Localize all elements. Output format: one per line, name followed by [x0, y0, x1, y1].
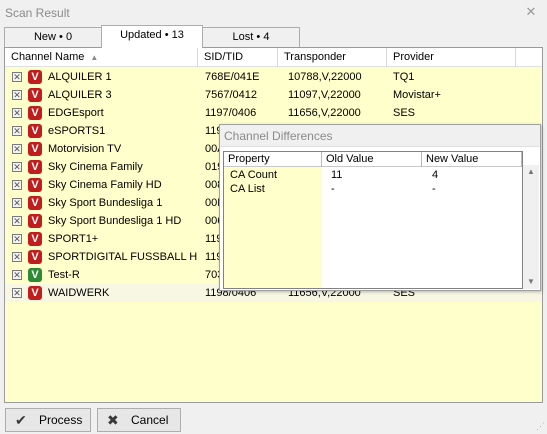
channel-name: Sky Sport Bundesliga 1 HD: [48, 215, 182, 227]
channel-type-icon: V: [28, 178, 42, 192]
column-header-transponder[interactable]: Transponder: [278, 48, 387, 67]
checkbox[interactable]: ✕: [12, 72, 22, 82]
scroll-up-icon[interactable]: ▲: [523, 165, 539, 179]
sid-tid: 1197/0406: [205, 107, 257, 119]
channel-name: eSPORTS1: [48, 125, 106, 137]
table-row[interactable]: ✕ V ALQUILER 3 7567/0412 11097,V,22000 Movist…: [5, 86, 542, 104]
sid-tid: 768E/041E: [205, 71, 260, 83]
column-header-sid-tid[interactable]: SID/TID: [198, 48, 278, 67]
channel-name: SPORTDIGITAL FUSSBALL HD: [48, 251, 198, 263]
tab-updated[interactable]: Updated • 13: [101, 25, 203, 48]
channel-differences-panel: Channel Differences Property Old Value N…: [219, 124, 541, 291]
channel-differences-title-bar: Channel Differences: [220, 125, 540, 147]
column-header-provider[interactable]: Provider: [387, 48, 516, 67]
list-header: Channel Name ▲ SID/TID Transponder Provid…: [5, 48, 542, 67]
cancel-button[interactable]: ✖ Cancel: [97, 408, 181, 432]
table-row[interactable]: ✕ V EDGEsport 1197/0406 11656,V,22000 SES: [5, 104, 542, 122]
difference-old-value: -: [331, 183, 335, 195]
difference-row[interactable]: CA Count 11 4: [224, 168, 522, 182]
channel-type-icon: V: [28, 250, 42, 264]
differences-header: Property Old Value New Value: [224, 152, 522, 167]
checkbox[interactable]: ✕: [12, 270, 22, 280]
tab-lost[interactable]: Lost • 4: [202, 27, 300, 48]
channel-differences-title: Channel Differences: [224, 129, 333, 143]
column-header-new-value[interactable]: New Value: [422, 152, 522, 167]
channel-name: EDGEsport: [48, 107, 104, 119]
tab-updated-count: 13: [171, 29, 184, 41]
column-header-property[interactable]: Property: [224, 152, 322, 167]
differences-scrollbar[interactable]: ▲ ▼: [523, 165, 539, 289]
tab-bullet: •: [59, 31, 63, 43]
tab-lost-count: 4: [263, 31, 270, 43]
channel-type-icon: V: [28, 196, 42, 210]
channel-type-icon: V: [28, 124, 42, 138]
checkbox[interactable]: ✕: [12, 234, 22, 244]
channel-type-icon: V: [28, 70, 42, 84]
column-header-old-value[interactable]: Old Value: [322, 152, 422, 167]
cancel-button-label: Cancel: [131, 413, 169, 427]
channel-name: ALQUILER 3: [48, 89, 112, 101]
channel-name: Sky Sport Bundesliga 1: [48, 197, 163, 209]
channel-name: Sky Cinema Family HD: [48, 179, 162, 191]
channel-name: SPORT1+: [48, 233, 99, 245]
difference-row[interactable]: CA List - -: [224, 182, 522, 196]
process-button-label: Process: [39, 413, 83, 427]
channel-type-icon: V: [28, 214, 42, 228]
provider: TQ1: [393, 71, 415, 83]
resize-grip-icon[interactable]: ⋰: [536, 421, 545, 432]
channel-name: Motorvision TV: [48, 143, 122, 155]
table-row[interactable]: ✕ V ALQUILER 1 768E/041E 10788,V,22000 TQ1: [5, 68, 542, 86]
channel-type-icon: V: [28, 268, 42, 282]
channel-type-icon: V: [28, 142, 42, 156]
checkbox[interactable]: ✕: [12, 180, 22, 190]
checkbox[interactable]: ✕: [12, 144, 22, 154]
close-icon[interactable]: ✕: [524, 5, 538, 19]
channel-type-icon: V: [28, 106, 42, 120]
checkbox[interactable]: ✕: [12, 198, 22, 208]
difference-property: CA Count: [230, 169, 278, 181]
checkbox[interactable]: ✕: [12, 252, 22, 262]
transponder: 11656,V,22000: [288, 107, 361, 119]
tab-bullet: •: [256, 31, 261, 43]
checkbox[interactable]: ✕: [12, 126, 22, 136]
tab-lost-label: Lost: [232, 31, 254, 43]
tab-new-label: New: [33, 31, 56, 43]
transponder: 10788,V,22000: [288, 71, 362, 83]
process-button[interactable]: ✔ Process: [5, 408, 91, 432]
checkbox[interactable]: ✕: [12, 288, 22, 298]
tab-new[interactable]: New • 0: [4, 27, 102, 48]
channel-name: Sky Cinema Family: [48, 161, 143, 173]
difference-new-value: 4: [432, 169, 439, 181]
difference-old-value: 11: [331, 169, 343, 181]
channel-type-icon: V: [28, 88, 42, 102]
provider: SES: [393, 107, 416, 119]
checkbox[interactable]: ✕: [12, 216, 22, 226]
title-bar: Scan Result ✕: [0, 0, 547, 26]
difference-property: CA List: [230, 183, 265, 195]
checkbox[interactable]: ✕: [12, 162, 22, 172]
cancel-icon: ✖: [107, 412, 119, 428]
transponder: 11097,V,22000: [288, 89, 361, 101]
channel-name: Test-R: [48, 269, 80, 281]
checkbox[interactable]: ✕: [12, 108, 22, 118]
difference-new-value: -: [432, 183, 436, 195]
window-title: Scan Result: [5, 6, 70, 20]
tab-new-count: 0: [65, 31, 73, 43]
sid-tid: 7567/0412: [205, 89, 257, 101]
channel-type-icon: V: [28, 286, 42, 300]
provider: Movistar+: [393, 89, 441, 101]
channel-type-icon: V: [28, 160, 42, 174]
column-header-channel-name[interactable]: Channel Name ▲: [5, 48, 198, 67]
scroll-down-icon[interactable]: ▼: [523, 275, 539, 289]
channel-name: WAIDWERK: [48, 287, 110, 299]
channel-type-icon: V: [28, 232, 42, 246]
sort-ascending-icon: ▲: [90, 53, 99, 62]
channel-name: ALQUILER 1: [48, 71, 112, 83]
check-icon: ✔: [15, 412, 27, 428]
checkbox[interactable]: ✕: [12, 90, 22, 100]
tab-updated-label: Updated: [120, 29, 162, 41]
tab-bullet: •: [164, 29, 169, 41]
differences-grid[interactable]: Property Old Value New Value CA Count 11…: [223, 151, 523, 289]
